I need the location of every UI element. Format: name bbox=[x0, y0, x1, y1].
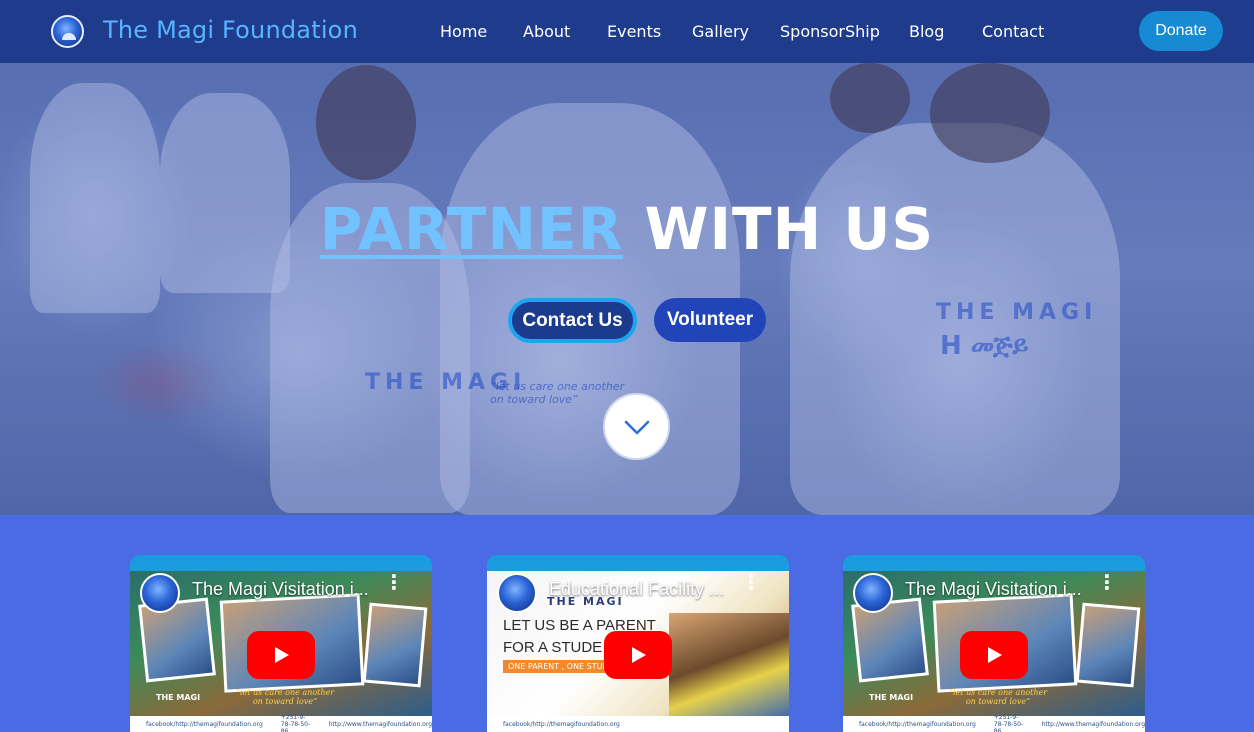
poster-footer-strip: facebook/http://themagifoundation.org bbox=[487, 716, 789, 732]
chevron-down-icon bbox=[624, 420, 649, 434]
contact-us-button[interactable]: Contact Us bbox=[508, 298, 637, 343]
video-thumbnail[interactable]: THE MAGI LET US BE A PARENT FOR A STUDE … bbox=[487, 571, 789, 717]
video-card[interactable]: THE MAGI LET US BE A PARENT FOR A STUDE … bbox=[487, 555, 789, 732]
poster-footer-item: facebook/http://themagifoundation.org bbox=[859, 720, 976, 728]
video-title[interactable]: The Magi Visitation i... bbox=[905, 579, 1082, 600]
youtube-play-icon bbox=[988, 647, 1002, 663]
youtube-play-icon bbox=[275, 647, 289, 663]
nav-blog[interactable]: Blog bbox=[909, 22, 944, 41]
main-nav: Home About Events Gallery SponsorShip Bl… bbox=[0, 22, 1254, 44]
channel-avatar-icon[interactable] bbox=[140, 573, 180, 613]
poster-footer-item: http://www.themagifoundation.org bbox=[1041, 720, 1145, 728]
video-thumbnail[interactable]: THE MAGI “let us care one another on tow… bbox=[130, 571, 432, 716]
poster-caption: “let us care one another on toward love” bbox=[235, 688, 335, 706]
navbar: The Magi Foundation Home About Events Ga… bbox=[0, 0, 1254, 63]
nav-events[interactable]: Events bbox=[607, 22, 661, 41]
nav-about[interactable]: About bbox=[523, 22, 570, 41]
video-title[interactable]: Educational Facility ... bbox=[549, 579, 724, 600]
channel-avatar-icon[interactable] bbox=[497, 573, 537, 613]
nav-sponsorship[interactable]: SponsorShip bbox=[780, 22, 880, 41]
poster-headline: FOR A STUDE bbox=[503, 639, 603, 656]
thumbnail-photo bbox=[1075, 602, 1141, 688]
nav-contact[interactable]: Contact bbox=[982, 22, 1044, 41]
hero-section: PARTNER WITH US Contact Us Volunteer THE… bbox=[0, 63, 1254, 515]
more-vert-icon[interactable]: ⋮ bbox=[1097, 572, 1117, 592]
channel-avatar-icon[interactable] bbox=[853, 573, 893, 613]
poster-logo-text: THE MAGI bbox=[156, 693, 201, 702]
poster-footer-item: facebook/http://themagifoundation.org bbox=[146, 720, 263, 728]
more-vert-icon[interactable]: ⋮ bbox=[741, 572, 761, 592]
video-card[interactable]: THE MAGI “let us care one another on tow… bbox=[130, 555, 432, 732]
nav-home[interactable]: Home bbox=[440, 22, 487, 41]
poster-caption: “let us care one another on toward love” bbox=[948, 688, 1048, 706]
thumbnail-photo bbox=[669, 613, 789, 717]
nav-gallery[interactable]: Gallery bbox=[692, 22, 749, 41]
youtube-play-icon bbox=[632, 647, 646, 663]
play-button[interactable] bbox=[247, 631, 315, 679]
poster-footer-item: http://www.themagifoundation.org bbox=[328, 720, 432, 728]
poster-footer-strip: facebook/http://themagifoundation.org +2… bbox=[843, 713, 1145, 732]
video-card[interactable]: THE MAGI “let us care one another on tow… bbox=[843, 555, 1145, 732]
thumbnail-photo bbox=[362, 602, 428, 688]
poster-footer-strip: facebook/http://themagifoundation.org +2… bbox=[130, 713, 432, 732]
hero-title-accent: PARTNER bbox=[319, 195, 624, 263]
poster-footer-item: facebook/http://themagifoundation.org bbox=[503, 720, 620, 728]
donate-button[interactable]: Donate bbox=[1139, 11, 1223, 51]
play-button[interactable] bbox=[604, 631, 672, 679]
poster-logo-text: THE MAGI bbox=[869, 693, 914, 702]
video-title[interactable]: The Magi Visitation i... bbox=[192, 579, 369, 600]
hero-title-rest: WITH US bbox=[644, 195, 935, 263]
video-thumbnail[interactable]: THE MAGI “let us care one another on tow… bbox=[843, 571, 1145, 716]
play-button[interactable] bbox=[960, 631, 1028, 679]
hero-title: PARTNER WITH US bbox=[0, 195, 1254, 263]
poster-footer-item: +251-9-78-78-50-86 bbox=[280, 713, 311, 732]
more-vert-icon[interactable]: ⋮ bbox=[384, 572, 404, 592]
volunteer-button[interactable]: Volunteer bbox=[654, 298, 766, 342]
shirt-print-text: THE MAGI bbox=[936, 300, 1098, 325]
poster-footer-item: +251-9-78-78-50-86 bbox=[993, 713, 1024, 732]
shirt-print-text: “let us care one another on toward love” bbox=[490, 380, 625, 406]
shirt-print-text: H መጅይ bbox=[940, 331, 1029, 361]
